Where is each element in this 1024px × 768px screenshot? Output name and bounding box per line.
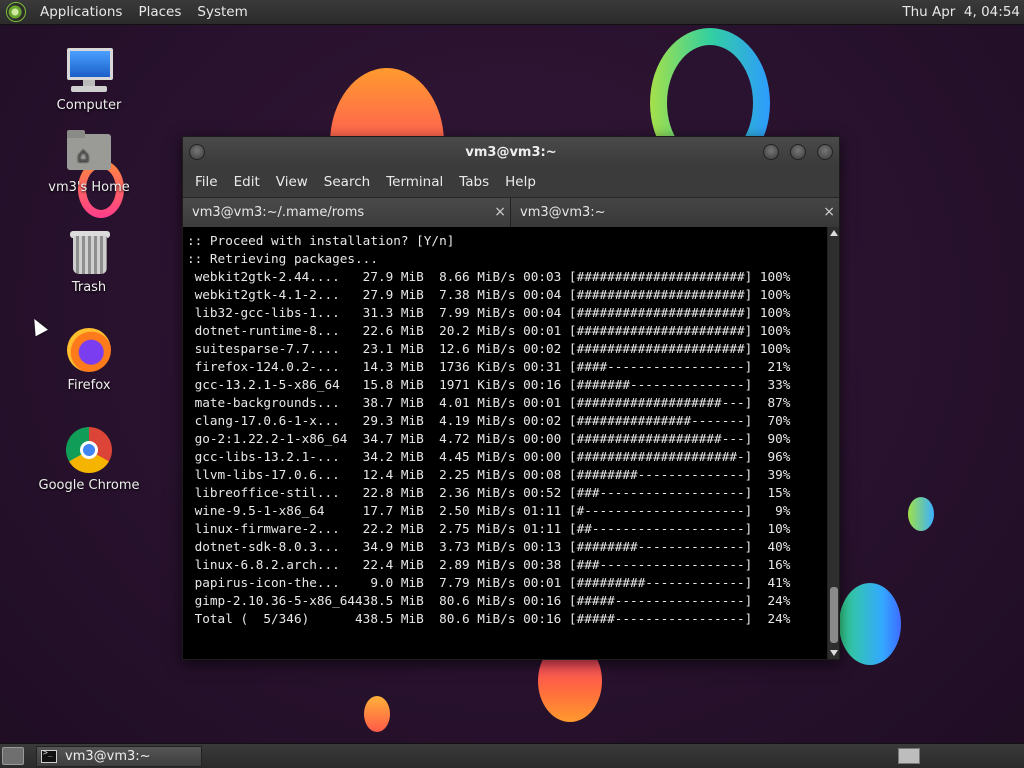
download-row: webkit2gtk-2.44.... 27.9 MiB 8.66 MiB/s … (187, 269, 791, 284)
workspace-switcher[interactable] (898, 748, 920, 764)
terminal-line: :: Retrieving packages... (187, 251, 378, 266)
system-menu[interactable]: System (189, 4, 255, 20)
mate-logo-icon[interactable] (6, 2, 26, 22)
tab-label: vm3@vm3:~ (520, 205, 606, 220)
desktop-icon-label: Computer (56, 98, 122, 113)
clock[interactable]: Thu Apr 4, 04:54 (902, 4, 1024, 20)
download-row: Total ( 5/346) 438.5 MiB 80.6 MiB/s 00:1… (187, 611, 791, 626)
computer-icon (65, 46, 113, 94)
download-row: gcc-13.2.1-5-x86_64 15.8 MiB 1971 KiB/s … (187, 377, 791, 392)
terminal-icon (41, 748, 57, 763)
bottom-panel: vm3@vm3:~ (0, 743, 1024, 768)
close-button[interactable] (817, 144, 833, 160)
tab-close-icon[interactable]: × (494, 204, 506, 220)
tab-close-icon[interactable]: × (823, 204, 835, 220)
trash-icon (65, 228, 113, 276)
menu-search[interactable]: Search (316, 174, 378, 190)
terminal-output[interactable]: :: Proceed with installation? [Y/n]:: Re… (183, 227, 828, 659)
terminal-text: :: Proceed with installation? [Y/n]:: Re… (187, 232, 828, 628)
download-row: llvm-libs-17.0.6... 12.4 MiB 2.25 MiB/s … (187, 467, 791, 482)
show-desktop-icon[interactable] (2, 747, 24, 765)
scrollbar-thumb[interactable] (830, 587, 838, 643)
menu-terminal[interactable]: Terminal (378, 174, 451, 190)
scroll-up-icon[interactable] (830, 230, 838, 236)
menu-help[interactable]: Help (497, 174, 544, 190)
home-folder-icon: ⌂ (65, 128, 113, 176)
wallpaper-right-small-shape (908, 497, 934, 531)
desktop-icon-computer[interactable]: Computer (34, 46, 144, 113)
chrome-icon (65, 426, 113, 474)
download-row: lib32-gcc-libs-1... 31.3 MiB 7.99 MiB/s … (187, 305, 791, 320)
desktop-icon-label: vm3's Home (48, 180, 130, 195)
download-row: firefox-124.0.2-... 14.3 MiB 1736 KiB/s … (187, 359, 791, 374)
terminal-menubar: File Edit View Search Terminal Tabs Help (183, 167, 839, 197)
download-row: linux-firmware-2... 22.2 MiB 2.75 MiB/s … (187, 521, 791, 536)
desktop-icon-label: Firefox (67, 378, 111, 393)
download-row: dotnet-runtime-8... 22.6 MiB 20.2 MiB/s … (187, 323, 791, 338)
taskbar-item-terminal[interactable]: vm3@vm3:~ (36, 745, 202, 767)
desktop-icon-label: Google Chrome (38, 478, 140, 493)
tab-mame-roms[interactable]: vm3@vm3:~/.mame/roms × (183, 198, 511, 227)
desktop-icon-home[interactable]: ⌂ vm3's Home (34, 128, 144, 195)
wallpaper-right-shape (839, 583, 901, 665)
download-row: clang-17.0.6-1-x... 29.3 MiB 4.19 MiB/s … (187, 413, 791, 428)
terminal-window: vm3@vm3:~ File Edit View Search Terminal… (182, 136, 840, 660)
download-row: go-2:1.22.2-1-x86_64 34.7 MiB 4.72 MiB/s… (187, 431, 791, 446)
terminal-line: :: Proceed with installation? [Y/n] (187, 233, 455, 248)
download-row: suitesparse-7.7.... 23.1 MiB 12.6 MiB/s … (187, 341, 791, 356)
desktop-icon-chrome[interactable]: Google Chrome (34, 426, 144, 493)
scroll-down-icon[interactable] (830, 650, 838, 656)
desktop-icon-firefox[interactable]: Firefox (34, 326, 144, 393)
menu-edit[interactable]: Edit (226, 174, 268, 190)
places-menu[interactable]: Places (130, 4, 189, 20)
download-row: wine-9.5-1-x86_64 17.7 MiB 2.50 MiB/s 01… (187, 503, 791, 518)
download-row: gimp-2.10.36-5-x86_64438.5 MiB 80.6 MiB/… (187, 593, 791, 608)
download-row: gcc-libs-13.2.1-... 34.2 MiB 4.45 MiB/s … (187, 449, 791, 464)
download-row: mate-backgrounds... 38.7 MiB 4.01 MiB/s … (187, 395, 791, 410)
firefox-icon (65, 326, 113, 374)
download-row: linux-6.8.2.arch... 22.4 MiB 2.89 MiB/s … (187, 557, 791, 572)
wallpaper-small-shape (364, 696, 390, 732)
download-row: papirus-icon-the... 9.0 MiB 7.79 MiB/s 0… (187, 575, 791, 590)
tab-home[interactable]: vm3@vm3:~ × (511, 198, 839, 227)
menu-file[interactable]: File (187, 174, 226, 190)
terminal-tabs: vm3@vm3:~/.mame/roms × vm3@vm3:~ × (183, 197, 839, 227)
taskbar-item-label: vm3@vm3:~ (65, 748, 151, 764)
window-menu-button[interactable] (189, 144, 205, 160)
menu-view[interactable]: View (268, 174, 316, 190)
download-row: dotnet-sdk-8.0.3... 34.9 MiB 3.73 MiB/s … (187, 539, 791, 554)
download-row: libreoffice-stil... 22.8 MiB 2.36 MiB/s … (187, 485, 791, 500)
download-row: webkit2gtk-4.1-2... 27.9 MiB 7.38 MiB/s … (187, 287, 791, 302)
desktop-icon-label: Trash (71, 280, 107, 295)
minimize-button[interactable] (763, 144, 779, 160)
window-title: vm3@vm3:~ (465, 144, 557, 160)
maximize-button[interactable] (790, 144, 806, 160)
desktop-icon-trash[interactable]: Trash (34, 228, 144, 295)
tab-label: vm3@vm3:~/.mame/roms (192, 205, 365, 220)
applications-menu[interactable]: Applications (32, 4, 130, 20)
window-titlebar[interactable]: vm3@vm3:~ (183, 137, 839, 167)
menu-tabs[interactable]: Tabs (451, 174, 497, 190)
terminal-scrollbar[interactable] (827, 227, 839, 659)
top-panel: Applications Places System Thu Apr 4, 04… (0, 0, 1024, 25)
